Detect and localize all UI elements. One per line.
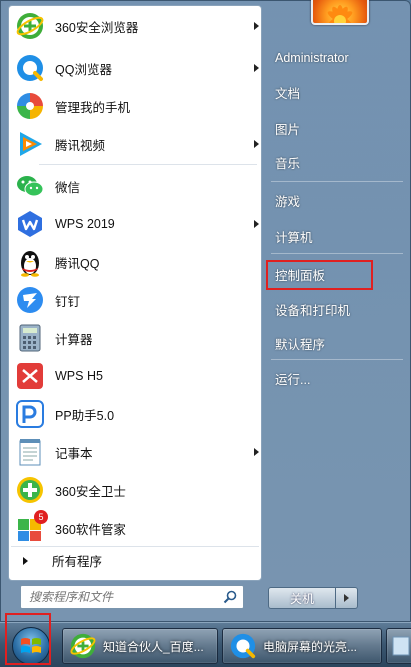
qq-browser-icon	[14, 52, 46, 84]
shutdown-button[interactable]: 关机	[268, 587, 336, 609]
program-label: 计算器	[55, 332, 93, 347]
wps-icon	[14, 208, 46, 240]
taskbar-button-overflow[interactable]	[386, 628, 411, 664]
360-software-icon: 5	[14, 510, 48, 544]
menu-item-user[interactable]: Administrator	[267, 43, 407, 73]
program-label: 360安全浏览器	[55, 20, 139, 35]
taskbar: 知道合伙人_百度... 电脑屏幕的光亮...	[0, 622, 411, 667]
program-item-360-software[interactable]: 5 360软件管家	[11, 510, 259, 546]
tencent-video-icon	[14, 128, 46, 160]
search-input[interactable]	[21, 587, 211, 607]
start-button-highlight-box	[5, 613, 51, 665]
divider	[39, 164, 257, 165]
program-label: WPS H5	[55, 369, 103, 383]
app-window-icon	[392, 636, 410, 656]
program-item-qq-browser[interactable]: QQ浏览器	[11, 50, 259, 86]
calculator-icon	[14, 322, 46, 354]
program-label: 腾讯QQ	[55, 256, 100, 271]
all-programs-button[interactable]: 所有程序	[11, 546, 259, 574]
wps-h5-icon	[14, 360, 46, 392]
program-label: 360软件管家	[55, 522, 126, 537]
program-item-notepad[interactable]: 记事本	[11, 434, 259, 470]
wechat-icon	[14, 170, 46, 202]
program-pane: 360安全浏览器 QQ浏览器 管理我的手机 腾讯视频 微信 WPS 2019 腾…	[8, 5, 262, 581]
search-icon[interactable]	[223, 590, 237, 604]
user-picture[interactable]	[311, 0, 369, 25]
submenu-arrow-icon	[254, 64, 259, 72]
program-item-dingtalk[interactable]: 钉钉	[11, 282, 259, 318]
program-item-calculator[interactable]: 计算器	[11, 320, 259, 356]
submenu-arrow-icon	[254, 448, 259, 456]
menu-item-computer[interactable]: 计算机	[267, 221, 407, 251]
program-item-wps-2019[interactable]: WPS 2019	[11, 206, 259, 242]
program-item-tencent-qq[interactable]: 腾讯QQ	[11, 244, 259, 280]
submenu-arrow-icon	[254, 140, 259, 148]
program-label: 腾讯视频	[55, 138, 106, 153]
submenu-arrow-icon	[254, 220, 259, 228]
submenu-arrow-icon	[254, 22, 259, 30]
360-browser-icon	[14, 10, 46, 42]
phone-manager-icon	[14, 90, 46, 122]
taskbar-button-browser[interactable]: 知道合伙人_百度...	[62, 628, 218, 664]
taskbar-button-qq-browser[interactable]: 电脑屏幕的光亮...	[222, 628, 382, 664]
chevron-right-icon	[344, 594, 349, 602]
program-item-tencent-video[interactable]: 腾讯视频	[11, 126, 259, 162]
program-item-pp-assistant[interactable]: PP助手5.0	[11, 396, 259, 432]
menu-item-run[interactable]: 运行...	[267, 363, 407, 393]
program-item-wps-h5[interactable]: WPS H5	[11, 358, 259, 394]
qq-browser-icon	[230, 633, 256, 659]
shutdown-options-button[interactable]	[336, 587, 358, 609]
notepad-icon	[14, 436, 46, 468]
menu-item-documents[interactable]: 文档	[267, 77, 407, 107]
program-label: 管理我的手机	[55, 100, 131, 115]
360-safe-icon	[14, 474, 46, 506]
notification-badge: 5	[34, 510, 48, 524]
control-panel-highlight-box	[266, 260, 373, 290]
menu-item-games[interactable]: 游戏	[267, 185, 407, 215]
program-item-360-browser[interactable]: 360安全浏览器	[11, 8, 259, 44]
program-label: 记事本	[55, 446, 93, 461]
program-label: 微信	[55, 180, 81, 195]
program-label: QQ浏览器	[55, 62, 112, 77]
expand-arrow-icon	[23, 556, 28, 565]
all-programs-label: 所有程序	[52, 555, 103, 569]
divider	[271, 253, 403, 254]
program-label: PP助手5.0	[55, 408, 115, 423]
taskbar-button-label: 电脑屏幕的光亮...	[263, 639, 358, 654]
taskbar-button-label: 知道合伙人_百度...	[103, 639, 204, 654]
360-browser-icon	[70, 633, 96, 659]
menu-item-devices-printers[interactable]: 设备和打印机	[267, 294, 407, 324]
program-item-wechat[interactable]: 微信	[11, 168, 259, 204]
divider	[271, 181, 403, 182]
dingtalk-icon	[14, 284, 46, 316]
divider	[271, 359, 403, 360]
search-box	[20, 585, 244, 609]
pp-assistant-icon	[14, 398, 46, 430]
program-item-360-safe[interactable]: 360安全卫士	[11, 472, 259, 508]
menu-item-pictures[interactable]: 图片	[267, 113, 407, 143]
menu-item-default-programs[interactable]: 默认程序	[267, 328, 407, 358]
menu-item-music[interactable]: 音乐	[267, 147, 407, 177]
start-menu: 360安全浏览器 QQ浏览器 管理我的手机 腾讯视频 微信 WPS 2019 腾…	[0, 0, 411, 622]
program-label: WPS 2019	[55, 217, 115, 231]
program-label: 钉钉	[55, 294, 81, 309]
program-label: 360安全卫士	[55, 484, 126, 499]
program-item-phone-manager[interactable]: 管理我的手机	[11, 88, 259, 124]
qq-penguin-icon	[14, 246, 46, 278]
